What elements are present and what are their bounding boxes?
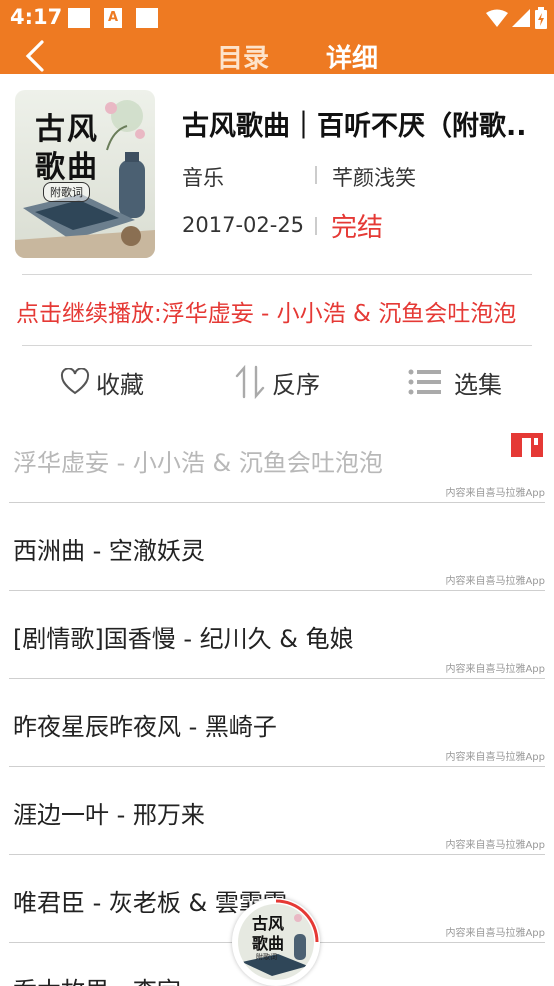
notification-icon (136, 8, 158, 28)
episode-row[interactable]: 涯边一叶 - 邢万来 内容来自喜马拉雅App (9, 767, 545, 855)
back-button[interactable] (14, 38, 54, 74)
progress-ring (275, 899, 319, 943)
episode-source: 内容来自喜马拉雅App (445, 840, 545, 851)
episode-source: 内容来自喜马拉雅App (445, 752, 545, 763)
status-time: 4:17 (10, 5, 63, 29)
wifi-icon (486, 9, 508, 27)
episode-title: 西洲曲 - 空澈妖灵 (13, 537, 205, 565)
tab-catalog[interactable]: 目录 (217, 38, 269, 75)
chevron-left-icon (25, 40, 44, 72)
favorite-label: 收藏 (96, 370, 144, 399)
list-icon (408, 369, 441, 395)
cover-title-line2: 歌曲 (35, 150, 99, 185)
signal-icon (512, 9, 530, 27)
notification-a-icon: A (104, 8, 122, 28)
reverse-label: 反序 (272, 370, 320, 399)
screen: 4:17 A 目录 详细 古风 歌曲 附歌词 古风歌曲｜百听不厌（附歌.. 音乐… (0, 0, 554, 986)
episode-row[interactable]: 西洲曲 - 空澈妖灵 内容来自喜马拉雅App (9, 503, 545, 591)
album-date: 2017-02-25 (182, 213, 305, 237)
now-playing-icon (511, 433, 543, 457)
favorite-button[interactable]: 收藏 (60, 362, 144, 402)
episode-source: 内容来自喜马拉雅App (445, 576, 545, 587)
episode-title: 乔木故里 - 李宗一 (13, 971, 205, 986)
episode-source: 内容来自喜马拉雅App (445, 488, 545, 499)
album-category: 音乐 (182, 166, 224, 190)
select-episodes-button[interactable]: 选集 (408, 362, 502, 402)
album-title: 古风歌曲｜百听不厌（附歌.. (182, 111, 527, 142)
divider (22, 274, 532, 275)
status-icons (486, 6, 548, 30)
episode-row[interactable]: 昨夜星辰昨夜风 - 黑崎子 内容来自喜马拉雅App (9, 679, 545, 767)
battery-icon (535, 7, 547, 29)
episode-row[interactable]: [剧情歌]国香慢 - 纪川久 & 龟娘 内容来自喜马拉雅App (9, 591, 545, 679)
app-bar: 4:17 A 目录 详细 (0, 0, 554, 74)
episode-source: 内容来自喜马拉雅App (445, 928, 545, 939)
reverse-order-button[interactable]: 反序 (234, 362, 320, 402)
episode-title: 昨夜星辰昨夜风 - 黑崎子 (13, 713, 277, 741)
album-author[interactable]: 芊颜浅笑 (332, 162, 416, 192)
meta-divider (315, 217, 317, 235)
episode-source: 内容来自喜马拉雅App (445, 664, 545, 675)
continue-play-link[interactable]: 点击继续播放:浮华虚妄 - 小小浩 & 沉鱼会吐泡泡 (16, 294, 516, 328)
notification-icon (68, 8, 90, 28)
episode-title: 浮华虚妄 - 小小浩 & 沉鱼会吐泡泡 (13, 449, 383, 477)
meta-divider (315, 166, 317, 184)
cover-subtitle: 附歌词 (43, 182, 90, 202)
episode-row[interactable]: 浮华虚妄 - 小小浩 & 沉鱼会吐泡泡 内容来自喜马拉雅App (9, 415, 545, 503)
album-state: 完结 (331, 213, 384, 243)
episode-title: [剧情歌]国香慢 - 纪川久 & 龟娘 (13, 625, 354, 653)
mini-player-button[interactable]: 古风 歌曲 附歌词 (232, 898, 320, 986)
divider (22, 345, 532, 346)
episode-title: 涯边一叶 - 邢万来 (13, 801, 205, 829)
heart-icon (60, 368, 90, 395)
tab-detail[interactable]: 详细 (326, 38, 378, 75)
select-label: 选集 (454, 370, 502, 399)
album-cover[interactable]: 古风 歌曲 附歌词 (15, 90, 155, 258)
sort-icon (235, 365, 265, 399)
